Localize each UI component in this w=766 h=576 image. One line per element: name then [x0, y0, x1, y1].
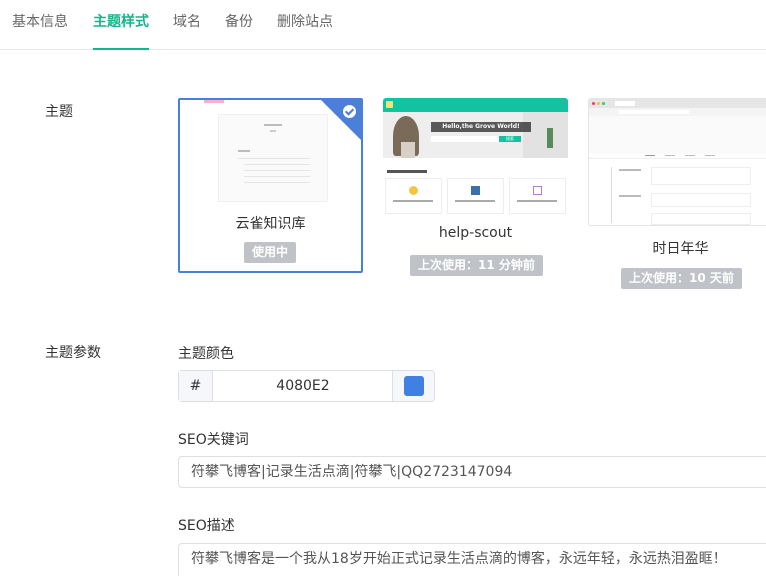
theme-status-badge: 上次使用：10 天前: [621, 268, 742, 289]
color-picker-button[interactable]: [392, 371, 434, 401]
theme-status-badge: 使用中: [244, 242, 297, 263]
tab-basic-info[interactable]: 基本信息: [12, 0, 68, 50]
theme-section-label: 主题: [45, 104, 73, 120]
tab-bar: 基本信息 主题样式 域名 备份 删除站点: [0, 0, 766, 50]
seo-keywords-input[interactable]: 符攀飞博客|记录生活点滴|符攀飞|QQ2723147094: [178, 456, 766, 488]
theme-color-label: 主题颜色: [178, 346, 234, 362]
seo-description-label: SEO描述: [178, 518, 235, 534]
theme-preview-help-scout: Hello,the Grove World! 搜索: [383, 98, 568, 214]
theme-color-input[interactable]: 4080E2: [213, 371, 393, 401]
check-icon: [343, 105, 356, 118]
seo-description-input[interactable]: 符攀飞博客是一个我从18岁开始正式记录生活点滴的博客，永远年轻，永远热泪盈眶！: [178, 543, 766, 576]
color-swatch: [404, 376, 424, 396]
tab-theme-style[interactable]: 主题样式: [93, 0, 149, 50]
tab-domain[interactable]: 域名: [173, 0, 201, 50]
theme-name: help-scout: [438, 225, 513, 241]
selected-corner: [320, 99, 362, 141]
theme-card-help-scout[interactable]: Hello,the Grove World! 搜索 help-scout 上次使…: [383, 98, 568, 278]
tab-delete-site[interactable]: 删除站点: [277, 0, 333, 50]
theme-name: 云雀知识库: [235, 216, 306, 232]
theme-status-badge: 上次使用：11 分钟前: [410, 255, 543, 276]
theme-card-yunque[interactable]: 云雀知识库 使用中: [178, 98, 363, 273]
theme-color-field: # 4080E2: [178, 370, 435, 402]
preview-button-text: 搜索: [499, 136, 521, 142]
theme-card-shiri-nianhua[interactable]: 时日年华 上次使用：10 天前: [588, 98, 766, 293]
color-hash-prefix: #: [179, 371, 213, 401]
theme-preview-shiri-nianhua: [588, 98, 766, 226]
preview-banner-text: Hello,the Grove World!: [431, 122, 531, 132]
theme-params-section-label: 主题参数: [45, 345, 101, 361]
theme-name: 时日年华: [652, 241, 709, 257]
seo-keywords-label: SEO关键词: [178, 432, 249, 448]
tab-backup[interactable]: 备份: [225, 0, 253, 50]
